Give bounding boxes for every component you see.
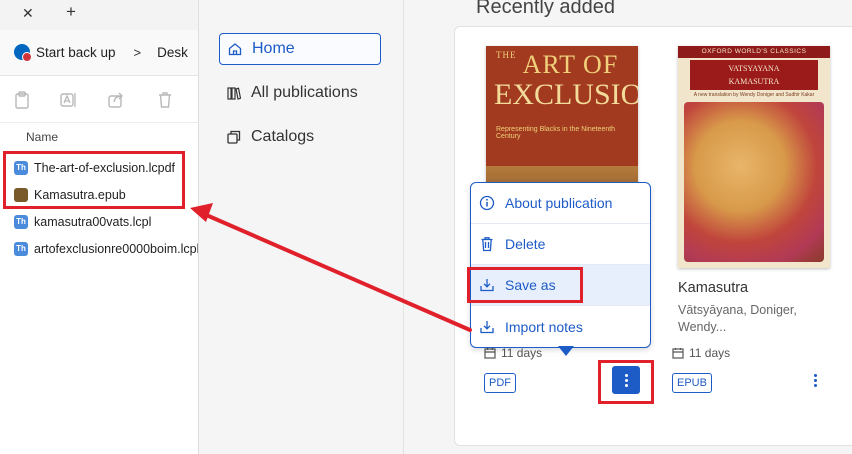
book-more-options-button[interactable] [612, 366, 640, 394]
nav-catalogs[interactable]: Catalogs [219, 121, 381, 153]
format-badge-pdf: PDF [484, 373, 516, 393]
nav-all-publications-label: All publications [251, 84, 358, 101]
book-file-icon [14, 187, 28, 202]
file-name: The-art-of-exclusion.lcpdf [34, 160, 176, 175]
home-icon [228, 43, 242, 56]
address-bar[interactable]: Start back up > Desk [0, 30, 198, 76]
main-content: Recently added THE ART OF EXCLUSION Repr… [404, 0, 852, 454]
book-cover-kamasutra[interactable]: OXFORD WORLD'S CLASSICS VATSYAYANA KAMASU… [678, 46, 830, 268]
cover-title: VATSYAYANA KAMASUTRA [690, 60, 818, 90]
file-explorer-window: ✕ + Start back up > Desk Name Th The-art… [0, 0, 198, 454]
trash-icon [481, 237, 493, 252]
clipboard-icon[interactable] [14, 91, 30, 109]
breadcrumb-root[interactable]: Start back up [36, 45, 116, 60]
backup-sync-icon [14, 44, 32, 62]
publication-context-menu: About publication Delete Save as Import … [470, 182, 651, 348]
menu-item-import-notes[interactable]: Import notes [471, 306, 650, 347]
book-title[interactable]: Kamasutra [678, 280, 748, 296]
menu-item-save-as[interactable]: Save as [471, 265, 650, 306]
file-row-artofexclusion-lcpl[interactable]: Th artofexclusionre0000boim.lcpl [0, 235, 198, 262]
app-sidebar: Home All publications Catalogs [198, 0, 404, 454]
breadcrumb-separator: > [133, 44, 142, 60]
book-author: Vātsyāyana, Doniger, Wendy... [678, 303, 797, 334]
books-icon [227, 87, 241, 100]
cover-illustration [684, 102, 824, 262]
rename-icon[interactable] [60, 91, 76, 109]
close-tab-button[interactable]: ✕ [22, 5, 34, 22]
thorium-file-icon: Th [14, 160, 28, 175]
book-added-date: 11 days [672, 346, 730, 360]
format-badge-epub: EPUB [672, 373, 712, 393]
menu-pointer [558, 346, 574, 356]
calendar-icon [672, 348, 684, 359]
book-added-date: 11 days [484, 346, 542, 360]
file-row-art-of-exclusion-lcpdf[interactable]: Th The-art-of-exclusion.lcpdf [0, 154, 198, 181]
file-name: kamasutra00vats.lcpl [34, 214, 152, 229]
info-icon [479, 195, 495, 211]
file-name: artofexclusionre0000boim.lcpl [34, 241, 198, 256]
nav-catalogs-label: Catalogs [251, 128, 315, 145]
file-name: Kamasutra.epub [34, 187, 126, 202]
name-column-header[interactable]: Name [26, 130, 58, 144]
breadcrumb: Start back up > Desk [14, 44, 188, 62]
nav-home[interactable]: Home [219, 33, 381, 65]
import-icon [480, 320, 494, 333]
file-row-kamasutra-lcpl[interactable]: Th kamasutra00vats.lcpl [0, 208, 198, 235]
cover-title-top: THE ART OF [496, 50, 619, 79]
catalog-icon [227, 130, 241, 144]
thorium-file-icon: Th [14, 241, 28, 256]
share-icon[interactable] [108, 91, 124, 109]
nav-home-label: Home [252, 40, 295, 57]
file-row-kamasutra-epub[interactable]: Kamasutra.epub [0, 181, 198, 208]
cover-credit: A new translation by Wendy Doniger and S… [693, 92, 815, 98]
menu-item-about-publication[interactable]: About publication [471, 183, 650, 224]
cover-title-main: EXCLUSION [494, 78, 638, 111]
cover-series: OXFORD WORLD'S CLASSICS [678, 46, 830, 58]
cover-subtitle: Representing Blacks in the Nineteenth Ce… [496, 126, 616, 140]
book-more-options-button[interactable] [801, 366, 829, 394]
thorium-file-icon: Th [14, 214, 28, 229]
new-tab-button[interactable]: + [66, 2, 76, 22]
explorer-tab-bar: ✕ + [0, 0, 198, 30]
section-title: Recently added [476, 0, 615, 18]
calendar-icon [484, 348, 496, 359]
nav-all-publications[interactable]: All publications [219, 77, 381, 109]
trash-icon[interactable] [157, 91, 173, 109]
file-list: Th The-art-of-exclusion.lcpdf Kamasutra.… [0, 154, 198, 262]
breadcrumb-current[interactable]: Desk [157, 45, 188, 60]
menu-item-delete[interactable]: Delete [471, 224, 650, 265]
explorer-toolbar [0, 77, 198, 123]
save-icon [480, 279, 494, 292]
